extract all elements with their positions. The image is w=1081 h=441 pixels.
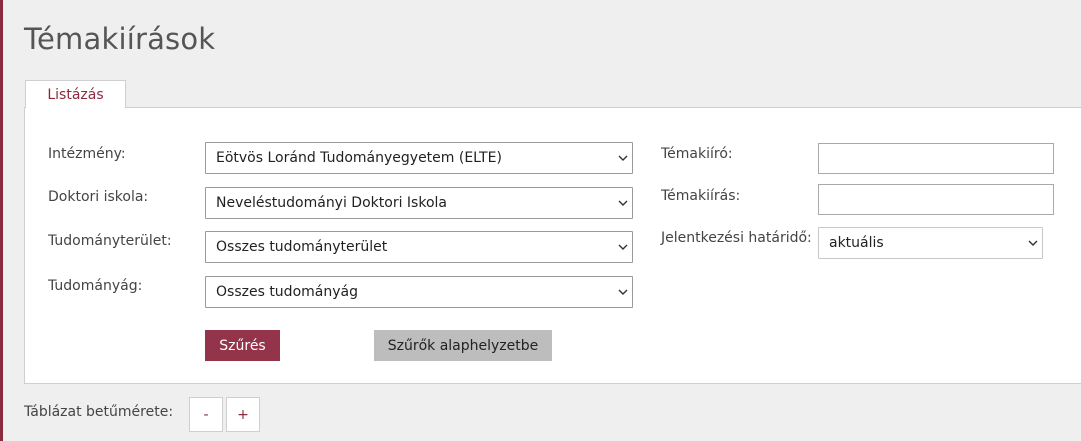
left-accent-bar (0, 0, 3, 441)
intezmeny-value: Eötvös Loránd Tudományegyetem (ELTE) (216, 150, 502, 166)
chevron-down-icon (614, 188, 632, 218)
doktori-iskola-value: Neveléstudományi Doktori Iskola (216, 195, 447, 211)
temakiiro-input[interactable] (818, 143, 1054, 174)
chevron-down-icon (614, 143, 632, 173)
table-font-size-label: Táblázat betűmérete: (24, 404, 174, 420)
jelentkezesi-hatarido-value: aktuális (829, 235, 884, 251)
doktori-iskola-select[interactable]: Neveléstudományi Doktori Iskola (205, 187, 633, 219)
temakiiras-label: Témakiírás: (661, 188, 741, 204)
intezmeny-label: Intézmény: (48, 146, 126, 162)
chevron-down-icon (614, 232, 632, 262)
font-increase-button[interactable]: + (226, 397, 260, 432)
temakiiras-input[interactable] (818, 184, 1054, 215)
intezmeny-select[interactable]: Eötvös Loránd Tudományegyetem (ELTE) (205, 142, 633, 174)
tudomanyterulet-label: Tudományterület: (48, 233, 172, 249)
tudomanyterulet-value: Összes tudományterület (216, 239, 388, 255)
jelentkezesi-hatarido-select[interactable]: aktuális (818, 227, 1043, 259)
tudomanyag-label: Tudományág: (48, 278, 143, 294)
tab-listazas[interactable]: Listázás (25, 80, 126, 108)
doktori-iskola-label: Doktori iskola: (48, 189, 149, 205)
filter-button[interactable]: Szűrés (205, 330, 280, 361)
tudomanyag-select[interactable]: Összes tudományág (205, 276, 633, 308)
font-decrease-button[interactable]: - (189, 397, 223, 432)
tudomanyag-value: Összes tudományág (216, 284, 358, 300)
chevron-down-icon (614, 277, 632, 307)
page-title: Témakiírások (24, 22, 216, 56)
reset-filters-button[interactable]: Szűrők alaphelyzetbe (374, 330, 552, 361)
chevron-down-icon (1024, 228, 1042, 258)
jelentkezesi-hatarido-label: Jelentkezési határidő: (661, 230, 812, 246)
temakiiro-label: Témakiíró: (661, 146, 733, 162)
tudomanyterulet-select[interactable]: Összes tudományterület (205, 231, 633, 263)
